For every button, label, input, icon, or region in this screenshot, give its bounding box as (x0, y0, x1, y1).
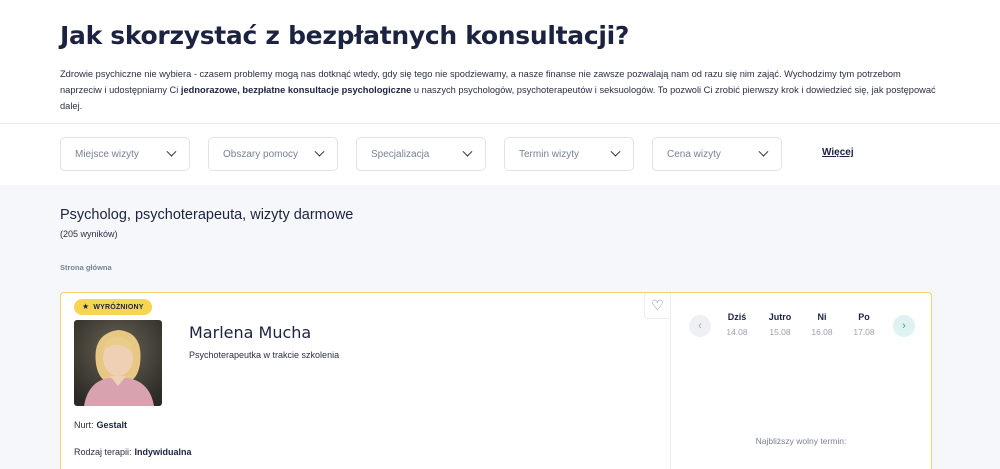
chevron-down-icon (610, 146, 621, 157)
page-description: Zdrowie psychiczne nie wybiera - czasem … (60, 66, 945, 114)
calendar-prev-button[interactable]: ‹ (689, 315, 711, 337)
star-icon: ★ (82, 302, 90, 311)
filter-areas-dropdown[interactable]: Obszary pomocy (208, 137, 338, 171)
card-profile: ★ WYRÓŻNIONY ♡ Marlena Mucha Psychoterap… (61, 293, 671, 469)
more-filters-link[interactable]: Więcej (822, 147, 854, 158)
filter-date-dropdown[interactable]: Termin wizyty (504, 137, 634, 171)
favorite-heart-icon[interactable]: ♡ (644, 293, 670, 319)
calendar-day-date: 16.08 (811, 327, 833, 337)
filter-bar: Miejsce wizyty Obszary pomocy Specjaliza… (0, 123, 1000, 185)
filter-specialization-dropdown[interactable]: Specjalizacja (356, 137, 486, 171)
calendar-day-name: Po (858, 312, 870, 322)
calendar-day-date: 14.08 (726, 327, 748, 337)
filter-label: Termin wizyty (519, 148, 580, 160)
page-title: Jak skorzystać z bezpłatnych konsultacji… (60, 21, 630, 50)
calendar-day[interactable]: Jutro 15.08 (760, 312, 800, 337)
card-calendar: ‹ Dziś 14.08 Jutro 15.08 Ni 16.08 Po 17.… (671, 293, 931, 469)
featured-badge-label: WYRÓŻNIONY (93, 303, 144, 311)
therapy-type: Rodzaj terapii: Indywidualna (74, 447, 192, 457)
filter-price-dropdown[interactable]: Cena wizyty (652, 137, 782, 171)
calendar-day-name: Dziś (727, 312, 747, 322)
calendar-day-date: 17.08 (853, 327, 875, 337)
chevron-down-icon (166, 146, 177, 157)
specialist-card: ★ WYRÓŻNIONY ♡ Marlena Mucha Psychoterap… (60, 292, 932, 469)
calendar-day[interactable]: Ni 16.08 (802, 312, 842, 337)
chevron-down-icon (462, 146, 473, 157)
filter-location-dropdown[interactable]: Miejsce wizyty (60, 137, 190, 171)
filter-label: Obszary pomocy (223, 148, 299, 160)
therapy-type-label: Rodzaj terapii: (74, 447, 132, 457)
calendar-next-button[interactable]: › (893, 315, 915, 337)
specialist-role: Psychoterapeutka w trakcie szkolenia (189, 350, 340, 360)
breadcrumb-home[interactable]: Strona główna (60, 263, 940, 272)
calendar-day[interactable]: Po 17.08 (844, 312, 884, 337)
calendar-day-name: Ni (817, 312, 827, 322)
therapy-approach-label: Nurt: (74, 420, 94, 430)
therapy-approach: Nurt: Gestalt (74, 420, 127, 430)
nearest-slot-label: Najbliższy wolny termin: (755, 436, 847, 446)
filter-label: Miejsce wizyty (75, 148, 139, 160)
chevron-down-icon (758, 146, 769, 157)
filter-label: Cena wizyty (667, 148, 721, 160)
results-section: Psycholog, psychoterapeuta, wizyty darmo… (0, 185, 1000, 469)
specialist-name[interactable]: Marlena Mucha (189, 323, 311, 342)
hero-section: Jak skorzystać z bezpłatnych konsultacji… (0, 0, 1000, 123)
description-highlight: jednorazowe, bezpłatne konsultacje psych… (180, 85, 412, 95)
calendar-day-date: 15.08 (769, 327, 791, 337)
calendar-day[interactable]: Dziś 14.08 (717, 312, 757, 337)
filter-label: Specjalizacja (371, 148, 430, 160)
therapy-approach-value: Gestalt (96, 420, 128, 430)
results-count: (205 wyników) (60, 229, 118, 239)
chevron-down-icon (314, 146, 325, 157)
therapy-type-value: Indywidualna (134, 447, 192, 457)
avatar[interactable] (74, 320, 162, 406)
calendar-day-name: Jutro (768, 312, 792, 322)
featured-badge: ★ WYRÓŻNIONY (74, 299, 152, 315)
results-heading: Psycholog, psychoterapeuta, wizyty darmo… (60, 207, 354, 223)
